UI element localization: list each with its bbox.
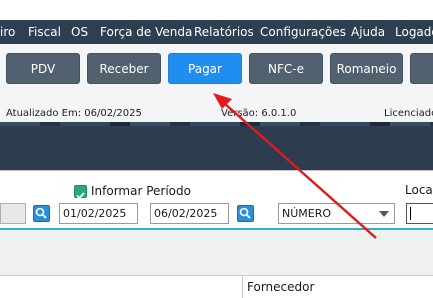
magnifier-icon [35, 207, 47, 219]
menu-item-financeiro[interactable]: iro [0, 25, 15, 39]
menu-item-relatorios[interactable]: Relatórios [194, 25, 254, 39]
background-band [0, 122, 433, 170]
previous-filter-field[interactable] [0, 203, 26, 224]
localizar-label: Loca [405, 183, 433, 197]
more-button[interactable] [410, 53, 433, 84]
version-label: Versão: 6.0.1.0 [221, 108, 297, 119]
date-to-field[interactable]: 06/02/2025 [150, 203, 229, 224]
menu-item-configuracoes[interactable]: Configurações [260, 25, 346, 39]
decorative-stripe [0, 122, 433, 126]
column-separator [242, 276, 243, 298]
menu-item-forca-de-venda[interactable]: Força de Venda [100, 25, 192, 39]
informar-periodo-label: Informar Período [91, 184, 191, 198]
title-area [0, 0, 433, 20]
chevron-down-icon [379, 211, 389, 217]
menu-item-fiscal[interactable]: Fiscal [28, 25, 61, 39]
check-icon [76, 192, 85, 200]
date-from-field[interactable]: 01/02/2025 [59, 203, 138, 224]
column-header-fornecedor[interactable]: Fornecedor [247, 280, 314, 294]
content-band [0, 230, 433, 275]
updated-date-label: Atualizado Em: 06/02/2025 [6, 108, 142, 119]
status-info-bar: Atualizado Em: 06/02/2025 Versão: 6.0.1.… [0, 100, 433, 122]
informar-periodo-checkbox[interactable] [74, 185, 87, 200]
search-icon[interactable] [33, 205, 50, 222]
menu-bar: iro Fiscal OS Força de Venda Relatórios … [0, 20, 433, 44]
text-cursor [410, 207, 411, 220]
nfce-button[interactable]: NFC-e [249, 53, 323, 84]
date-search-icon[interactable] [237, 205, 254, 222]
romaneio-button[interactable]: Romaneio [330, 53, 403, 84]
menu-item-logado[interactable]: Logado [395, 25, 433, 39]
search-type-select[interactable]: NÚMERO [278, 203, 395, 224]
localizar-input[interactable] [406, 203, 433, 224]
pdv-button[interactable]: PDV [6, 53, 80, 84]
magnifier-icon [239, 207, 251, 219]
pagar-button[interactable]: Pagar [168, 53, 242, 84]
receber-button[interactable]: Receber [87, 53, 161, 84]
menu-item-os[interactable]: OS [71, 25, 88, 39]
toolbar: PDV Receber Pagar NFC-e Romaneio [0, 44, 433, 100]
license-label: Licenciado [384, 108, 433, 119]
menu-item-ajuda[interactable]: Ajuda [351, 25, 385, 39]
grid-header: Fornecedor [0, 275, 433, 298]
search-type-value: NÚMERO [282, 207, 332, 220]
